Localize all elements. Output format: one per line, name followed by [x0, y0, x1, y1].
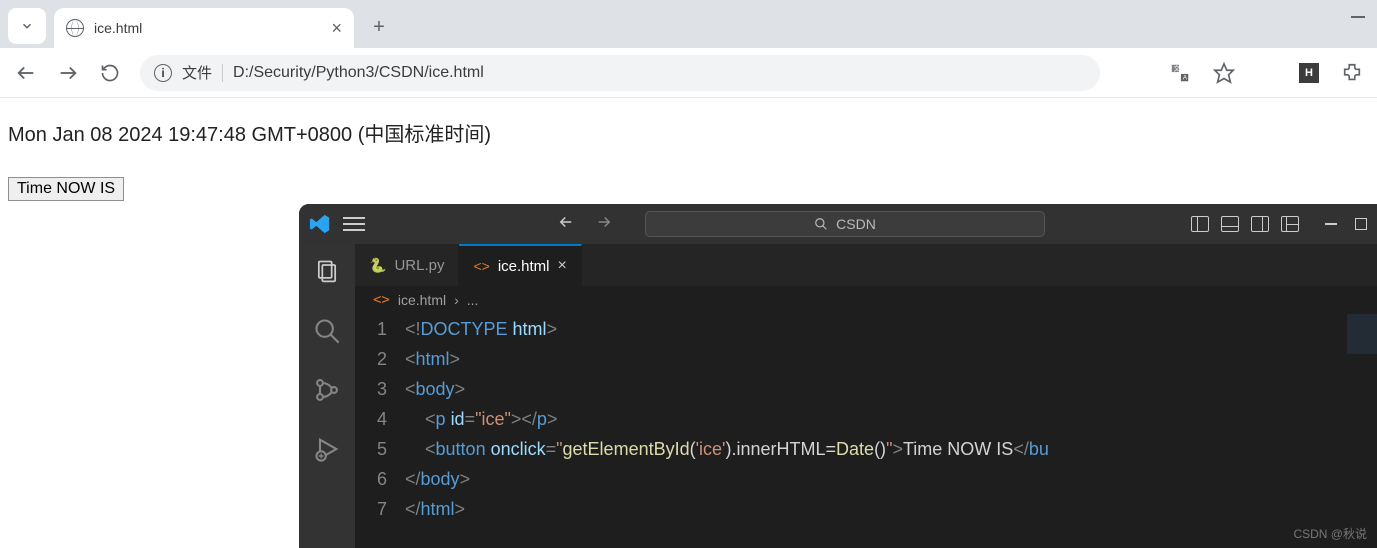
code-line[interactable]: 4 <p id="ice"></p>: [355, 404, 1377, 434]
line-number: 5: [355, 434, 405, 464]
html-file-icon: <>: [373, 292, 390, 308]
translate-icon[interactable]: 文A: [1169, 62, 1191, 84]
browser-toolbar: i 文件 D:/Security/Python3/CSDN/ice.html 文…: [0, 48, 1377, 98]
vscode-window: CSDN 🐍 URL.py <>: [299, 204, 1377, 548]
reload-button[interactable]: [98, 61, 122, 85]
layout-right-icon[interactable]: [1251, 216, 1269, 232]
globe-icon: [66, 19, 84, 37]
toolbar-right: 文A H: [1169, 62, 1363, 84]
back-button[interactable]: [14, 61, 38, 85]
code-text[interactable]: <body>: [405, 374, 465, 404]
code-text[interactable]: </html>: [405, 494, 465, 524]
address-bar[interactable]: i 文件 D:/Security/Python3/CSDN/ice.html: [140, 55, 1100, 91]
code-text[interactable]: <button onclick="getElementById('ice').i…: [405, 434, 1049, 464]
breadcrumb[interactable]: <> ice.html › ...: [355, 286, 1377, 314]
line-number: 2: [355, 344, 405, 374]
editor-area: 🐍 URL.py <> ice.html × <> ice.html › ...…: [355, 244, 1377, 548]
url-scheme-label: 文件: [182, 62, 212, 83]
site-info-icon[interactable]: i: [154, 64, 172, 82]
hamburger-menu-icon[interactable]: [343, 217, 365, 231]
code-text[interactable]: <p id="ice"></p>: [405, 404, 557, 434]
extension-h-icon[interactable]: H: [1299, 63, 1319, 83]
line-number: 7: [355, 494, 405, 524]
layout-bottom-icon[interactable]: [1221, 216, 1239, 232]
code-text[interactable]: <html>: [405, 344, 460, 374]
nav-forward-icon[interactable]: [595, 213, 613, 236]
minimap[interactable]: [1347, 314, 1377, 354]
editor-tabs: 🐍 URL.py <> ice.html ×: [355, 244, 1377, 286]
code-text[interactable]: <!DOCTYPE html>: [405, 314, 557, 344]
timestamp-text: Mon Jan 08 2024 19:47:48 GMT+0800 (中国标准时…: [8, 118, 1369, 147]
nav-back-icon[interactable]: [557, 213, 575, 236]
layout-left-icon[interactable]: [1191, 216, 1209, 232]
tab-search-button[interactable]: [8, 8, 46, 44]
breadcrumb-more: ...: [467, 292, 479, 308]
url-text: D:/Security/Python3/CSDN/ice.html: [233, 64, 484, 82]
line-number: 3: [355, 374, 405, 404]
watermark-text: CSDN @秋说: [1293, 525, 1367, 542]
window-minimize-icon[interactable]: [1351, 16, 1365, 18]
html-file-icon: <>: [473, 258, 489, 274]
line-number: 6: [355, 464, 405, 494]
line-number: 4: [355, 404, 405, 434]
editor-tab-label: URL.py: [394, 257, 444, 274]
vscode-titlebar: CSDN: [299, 204, 1377, 244]
code-line[interactable]: 1<!DOCTYPE html>: [355, 314, 1377, 344]
command-center[interactable]: CSDN: [645, 211, 1045, 237]
source-control-icon[interactable]: [313, 376, 341, 409]
tab-title: ice.html: [94, 20, 142, 36]
forward-button[interactable]: [56, 61, 80, 85]
explorer-icon[interactable]: [313, 258, 341, 291]
time-now-button[interactable]: Time NOW IS: [8, 177, 124, 201]
breadcrumb-sep: ›: [454, 292, 459, 308]
extensions-icon[interactable]: [1341, 62, 1363, 84]
code-text[interactable]: </body>: [405, 464, 470, 494]
code-line[interactable]: 7</html>: [355, 494, 1377, 524]
editor-tab-urlpy[interactable]: 🐍 URL.py: [355, 244, 459, 286]
editor-tab-close-button[interactable]: ×: [558, 257, 567, 275]
code-line[interactable]: 3<body>: [355, 374, 1377, 404]
code-line[interactable]: 2<html>: [355, 344, 1377, 374]
editor-tab-icehtml[interactable]: <> ice.html ×: [459, 244, 581, 286]
run-debug-icon[interactable]: [313, 435, 341, 468]
browser-tabstrip: ice.html × +: [0, 0, 1377, 48]
layout-custom-icon[interactable]: [1281, 216, 1299, 232]
tab-close-button[interactable]: ×: [331, 19, 342, 37]
code-line[interactable]: 6</body>: [355, 464, 1377, 494]
python-file-icon: 🐍: [369, 257, 386, 274]
code-editor[interactable]: 1<!DOCTYPE html>2<html>3<body>4 <p id="i…: [355, 314, 1377, 548]
code-line[interactable]: 5 <button onclick="getElementById('ice')…: [355, 434, 1377, 464]
line-number: 1: [355, 314, 405, 344]
layout-controls: [1191, 216, 1299, 232]
svg-text:A: A: [1183, 74, 1188, 81]
vscode-logo-icon: [309, 213, 331, 235]
new-tab-button[interactable]: +: [364, 12, 394, 42]
editor-tab-label: ice.html: [498, 258, 550, 275]
browser-tab-active[interactable]: ice.html ×: [54, 8, 354, 48]
svg-text:文: 文: [1174, 63, 1181, 72]
search-icon[interactable]: [313, 317, 341, 350]
command-center-text: CSDN: [836, 216, 876, 232]
window-minimize-button[interactable]: [1325, 223, 1337, 225]
vscode-nav: [557, 213, 613, 236]
bookmark-icon[interactable]: [1213, 62, 1235, 84]
page-content: Mon Jan 08 2024 19:47:48 GMT+0800 (中国标准时…: [0, 98, 1377, 221]
activity-bar: [299, 244, 355, 548]
breadcrumb-file: ice.html: [398, 292, 446, 308]
window-maximize-button[interactable]: [1355, 218, 1367, 230]
